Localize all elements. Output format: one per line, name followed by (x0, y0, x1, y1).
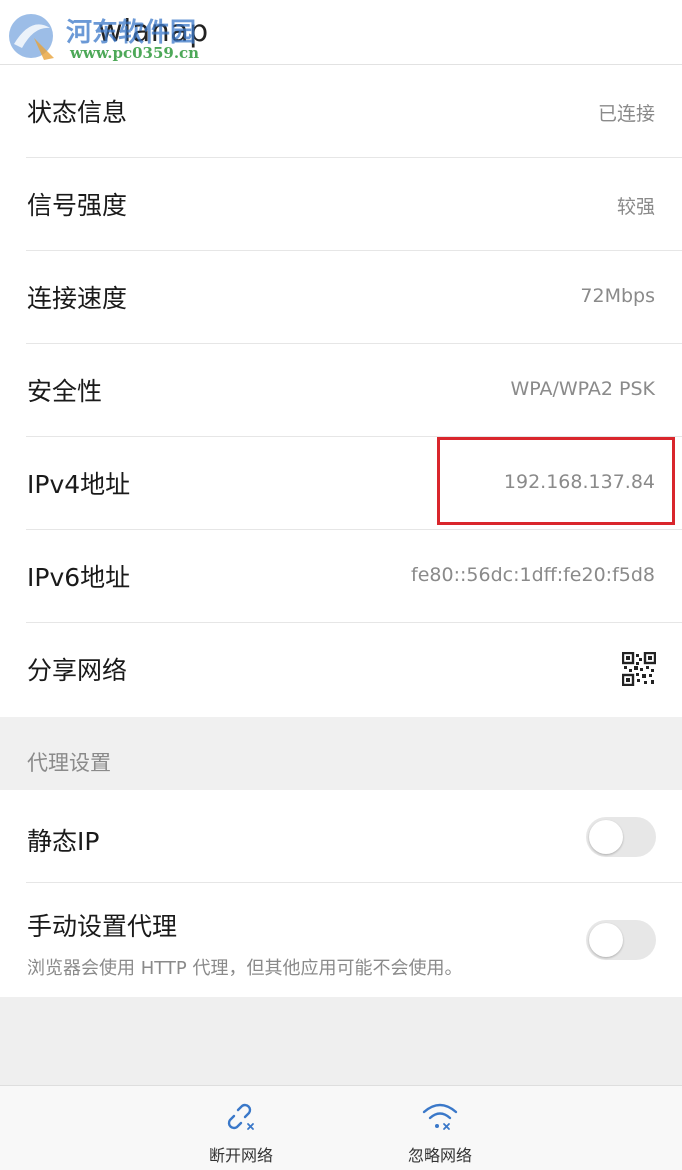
toggle-label: 手动设置代理 (27, 912, 178, 941)
disconnect-button[interactable]: 断开网络 (171, 1086, 311, 1170)
wifi-off-icon (422, 1103, 458, 1130)
row-speed: 连接速度 72Mbps (0, 251, 682, 344)
watermark: 河东软件园 www.pc0359.cn (4, 6, 234, 64)
row-label: IPv6地址 (27, 563, 131, 592)
row-label: IPv4地址 (27, 470, 131, 499)
toggle-knob (589, 820, 623, 854)
row-label: 分享网络 (27, 656, 128, 685)
row-label: 状态信息 (27, 98, 128, 127)
disconnect-label: 断开网络 (208, 1146, 273, 1165)
watermark-url: www.pc0359.cn (70, 44, 200, 62)
row-manual-proxy: 手动设置代理 浏览器会使用 HTTP 代理，但其他应用可能不会使用。 (0, 883, 682, 997)
manual-proxy-toggle[interactable] (586, 920, 656, 960)
row-ipv6: IPv6地址 fe80::56dc:1dff:fe20:f5d8 (0, 530, 682, 623)
row-value: 较强 (616, 196, 655, 218)
network-info-list: 状态信息 已连接 信号强度 较强 连接速度 72Mbps 安全性 WPA/WPA… (0, 65, 682, 716)
app-header: wlanap 河东软件园 www.pc0359.cn (0, 0, 682, 65)
row-signal: 信号强度 较强 (0, 158, 682, 251)
row-value: fe80::56dc:1dff:fe20:f5d8 (411, 564, 655, 586)
row-value: 已连接 (597, 103, 655, 125)
row-label: 安全性 (27, 377, 103, 406)
bottom-action-bar: 断开网络 忽略网络 (0, 1085, 682, 1170)
proxy-section-header: 代理设置 (0, 717, 682, 790)
watermark-logo-icon (9, 14, 54, 60)
row-label: 信号强度 (27, 191, 128, 220)
row-share-network[interactable]: 分享网络 (0, 623, 682, 716)
static-ip-toggle[interactable] (586, 817, 656, 857)
toggle-knob (589, 923, 623, 957)
row-value: WPA/WPA2 PSK (510, 378, 655, 400)
row-label: 连接速度 (27, 284, 128, 313)
ipv4-highlight-box (437, 437, 675, 525)
row-value: 72Mbps (580, 285, 655, 307)
qr-code-icon[interactable] (622, 652, 656, 686)
section-title: 代理设置 (27, 751, 111, 775)
row-status: 状态信息 已连接 (0, 65, 682, 158)
row-static-ip: 静态IP (0, 790, 682, 883)
forget-network-label: 忽略网络 (407, 1146, 472, 1165)
toggle-label: 静态IP (27, 827, 100, 856)
toggle-description: 浏览器会使用 HTTP 代理，但其他应用可能不会使用。 (27, 958, 463, 979)
empty-area (0, 997, 682, 1085)
forget-network-button[interactable]: 忽略网络 (370, 1086, 510, 1170)
row-security: 安全性 WPA/WPA2 PSK (0, 344, 682, 437)
broken-link-icon (227, 1103, 254, 1130)
